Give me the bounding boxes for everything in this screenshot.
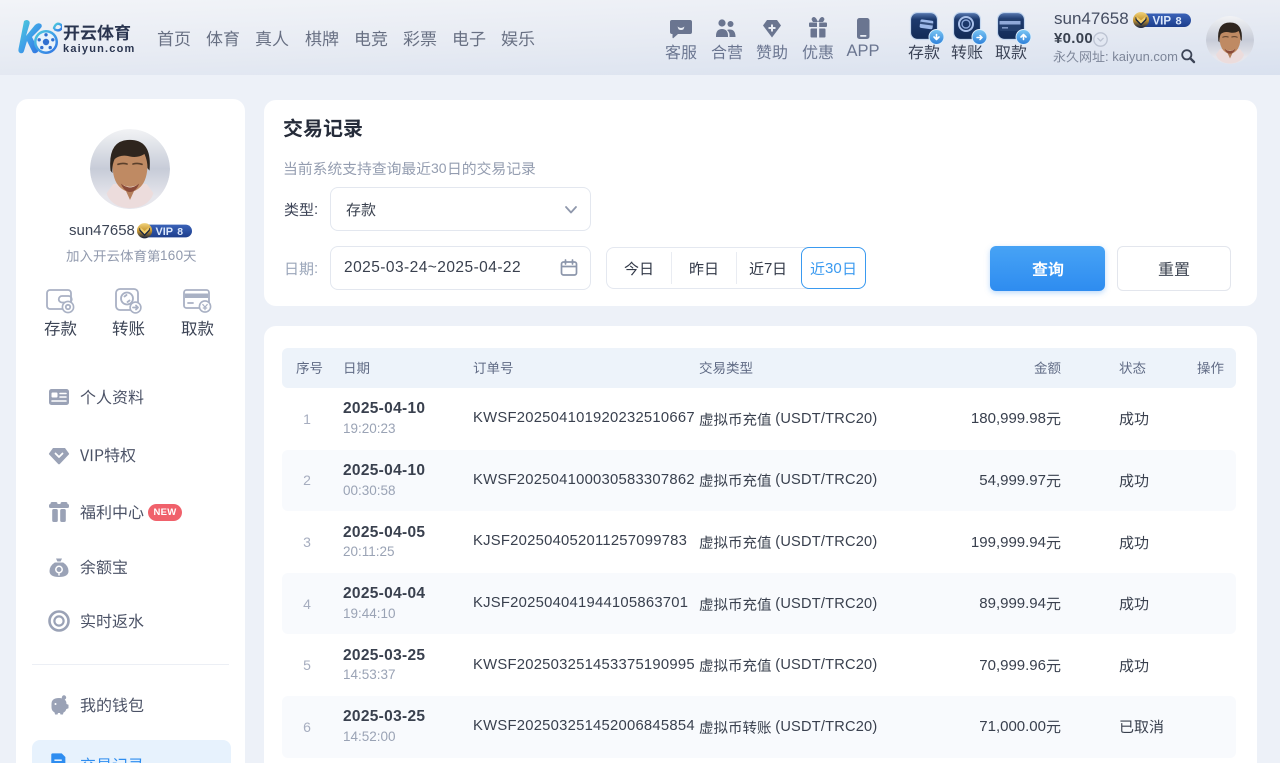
svg-text:VIP: VIP (155, 226, 173, 238)
svg-text:8: 8 (177, 227, 183, 238)
svg-text:8: 8 (1176, 16, 1182, 28)
svg-text:VIP: VIP (1153, 16, 1172, 28)
